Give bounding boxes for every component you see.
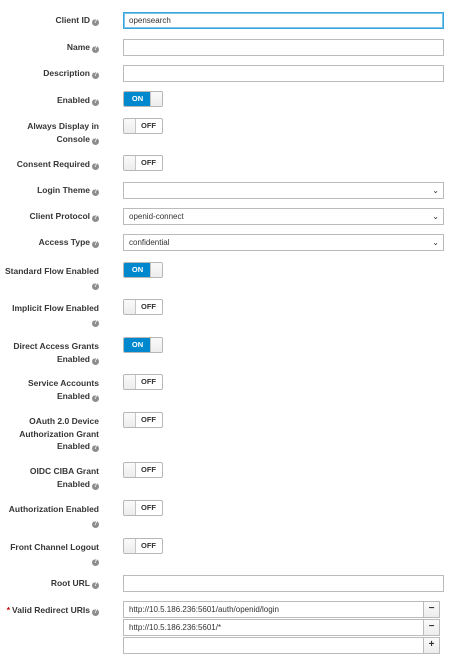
help-icon[interactable]: ? <box>92 319 99 327</box>
enabled-toggle[interactable]: ON <box>123 91 163 107</box>
client-protocol-select[interactable]: openid-connect ⌄ <box>123 208 444 225</box>
description-label: Description? <box>43 68 99 79</box>
consent-required-toggle[interactable]: OFF <box>123 155 163 171</box>
description-input[interactable] <box>123 65 444 82</box>
toggle-off-label: OFF <box>141 158 156 167</box>
help-icon[interactable]: ? <box>92 482 99 490</box>
help-icon[interactable]: ? <box>92 394 99 402</box>
help-icon[interactable]: ? <box>92 445 99 452</box>
toggle-off-label: OFF <box>141 121 156 130</box>
implicit-flow-toggle[interactable]: OFF <box>123 299 163 315</box>
toggle-on-label: ON <box>124 338 151 352</box>
help-icon[interactable]: ? <box>92 282 99 290</box>
chevron-down-icon: ⌄ <box>432 212 439 221</box>
access-type-select[interactable]: confidential ⌄ <box>123 234 444 251</box>
access-type-label: Access Type? <box>38 237 99 248</box>
remove-uri-button[interactable]: − <box>423 601 440 618</box>
implicit-flow-label: Implicit Flow Enabled? <box>12 303 99 327</box>
help-icon[interactable]: ? <box>92 72 99 79</box>
toggle-knob <box>150 263 162 277</box>
toggle-off-label: OFF <box>141 503 156 512</box>
enabled-label: Enabled? <box>56 95 99 106</box>
redirect-uri-input[interactable]: http://10.5.186.236:5601/* <box>123 619 424 636</box>
oidc-ciba-label: OIDC CIBA Grant Enabled? <box>29 466 99 490</box>
front-channel-label: Front Channel Logout? <box>10 542 99 566</box>
redirect-uri-input[interactable]: http://10.5.186.236:5601/auth/openid/log… <box>123 601 424 618</box>
toggle-off-label: OFF <box>141 377 156 386</box>
login-theme-label: Login Theme? <box>37 185 99 196</box>
required-marker: * <box>6 605 11 615</box>
root-url-input[interactable] <box>123 575 444 592</box>
toggle-off-label: OFF <box>141 415 156 424</box>
root-url-label: Root URL? <box>50 578 99 589</box>
help-icon[interactable]: ? <box>92 609 99 616</box>
always-display-label: Always Display in Console? <box>27 121 99 145</box>
oauth-device-toggle[interactable]: OFF <box>123 412 163 428</box>
authorization-toggle[interactable]: OFF <box>123 500 163 516</box>
toggle-knob <box>150 92 162 106</box>
oidc-ciba-toggle[interactable]: OFF <box>123 462 163 478</box>
remove-uri-button[interactable]: − <box>423 619 440 636</box>
client-protocol-label: Client Protocol? <box>29 211 99 222</box>
client-id-input[interactable]: opensearch <box>123 12 444 29</box>
help-icon[interactable]: ? <box>92 189 99 196</box>
toggle-off-label: OFF <box>141 541 156 550</box>
front-channel-toggle[interactable]: OFF <box>123 538 163 554</box>
help-icon[interactable]: ? <box>92 558 99 566</box>
toggle-on-label: ON <box>124 92 151 106</box>
help-icon[interactable]: ? <box>92 357 99 365</box>
name-label: Name? <box>66 42 99 53</box>
help-icon[interactable]: ? <box>92 99 99 106</box>
standard-flow-label: Standard Flow Enabled? <box>5 266 99 290</box>
service-accounts-label: Service Accounts Enabled? <box>27 378 99 402</box>
help-icon[interactable]: ? <box>92 520 99 528</box>
redirect-uri-input[interactable] <box>123 637 424 654</box>
direct-access-label: Direct Access Grants Enabled? <box>13 341 99 365</box>
authorization-label: Authorization Enabled? <box>8 504 99 528</box>
help-icon[interactable]: ? <box>92 19 99 26</box>
chevron-down-icon: ⌄ <box>432 238 439 247</box>
access-type-value: confidential <box>129 238 170 247</box>
login-theme-select[interactable]: ⌄ <box>123 182 444 199</box>
toggle-knob <box>150 338 162 352</box>
service-accounts-toggle[interactable]: OFF <box>123 374 163 390</box>
consent-required-label: Consent Required? <box>16 159 99 170</box>
name-input[interactable] <box>123 39 444 56</box>
help-icon[interactable]: ? <box>92 215 99 222</box>
direct-access-toggle[interactable]: ON <box>123 337 163 353</box>
help-icon[interactable]: ? <box>92 163 99 170</box>
oauth-device-label: OAuth 2.0 Device Authorization Grant Enabl… <box>19 416 99 452</box>
help-icon[interactable]: ? <box>92 241 99 248</box>
always-display-toggle[interactable]: OFF <box>123 118 163 134</box>
client-protocol-value: openid-connect <box>129 212 184 221</box>
client-id-label: Client ID? <box>55 15 99 26</box>
help-icon[interactable]: ? <box>92 46 99 53</box>
toggle-off-label: OFF <box>141 465 156 474</box>
standard-flow-toggle[interactable]: ON <box>123 262 163 278</box>
redirect-uris-label: * Valid Redirect URIs? <box>6 605 99 616</box>
toggle-off-label: OFF <box>141 302 156 311</box>
add-uri-button[interactable]: + <box>423 637 440 654</box>
toggle-on-label: ON <box>124 263 151 277</box>
help-icon[interactable]: ? <box>92 582 99 589</box>
help-icon[interactable]: ? <box>92 137 99 145</box>
chevron-down-icon: ⌄ <box>432 186 439 195</box>
